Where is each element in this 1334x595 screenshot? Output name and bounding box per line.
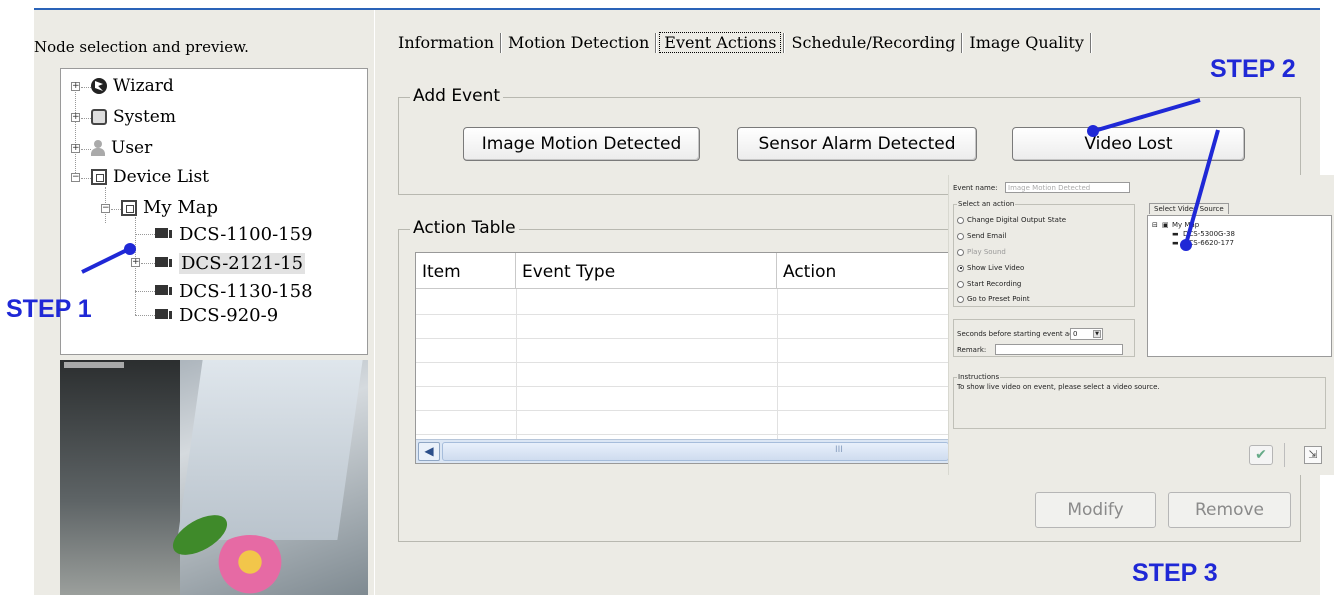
step1-arrow [81,243,136,274]
step3-label: STEP 3 [1132,559,1218,587]
step2-arrow-a [1087,98,1201,137]
step2-arrow-b [1180,129,1220,251]
annotation-layer [81,98,1220,274]
step1-label: STEP 1 [6,295,92,323]
step2-label: STEP 2 [1210,55,1296,83]
